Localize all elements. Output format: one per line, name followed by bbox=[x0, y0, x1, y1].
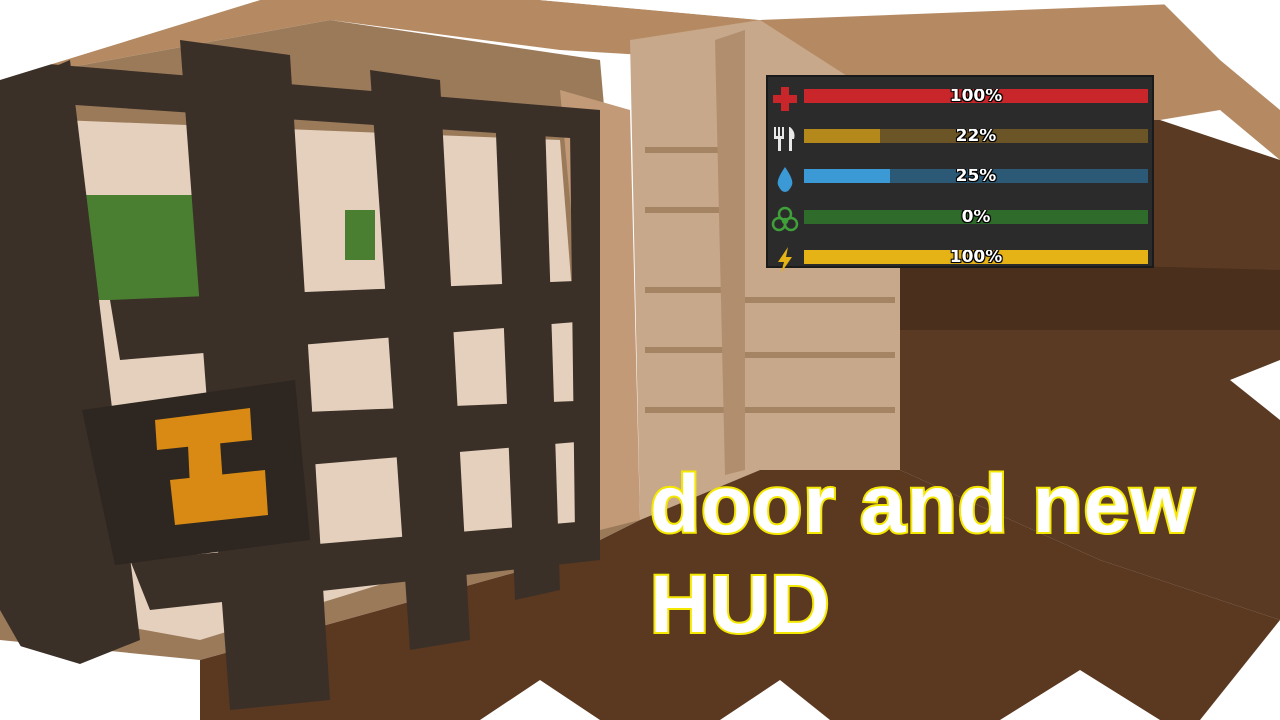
hud-stat-health: 100% bbox=[768, 81, 1152, 121]
stamina-percent-label: 100% bbox=[949, 249, 1003, 264]
water-drop-icon bbox=[770, 164, 800, 194]
virus-bar: 0% bbox=[804, 209, 1148, 224]
food-percent-label: 22% bbox=[955, 129, 997, 144]
stamina-bar: 100% bbox=[804, 249, 1148, 264]
fork-knife-icon bbox=[770, 124, 800, 154]
virus-percent-label: 0% bbox=[961, 209, 991, 224]
health-cross-icon bbox=[770, 84, 800, 114]
water-percent-label: 25% bbox=[955, 169, 997, 184]
grass-window-2 bbox=[345, 210, 375, 260]
health-percent-label: 100% bbox=[949, 89, 1003, 103]
food-bar: 22% bbox=[804, 129, 1148, 144]
caption-line-1: door and new bbox=[648, 457, 1196, 552]
lightning-icon bbox=[770, 245, 800, 275]
biohazard-icon bbox=[770, 205, 800, 235]
hud-stat-virus: 0% bbox=[768, 202, 1152, 242]
survival-hud: 100% 22% 25% 0% 100% bbox=[766, 75, 1154, 273]
caption-line-2: HUD bbox=[648, 557, 832, 652]
water-bar: 25% bbox=[804, 169, 1148, 184]
hud-stat-water: 25% bbox=[768, 161, 1152, 201]
hud-stat-food: 22% bbox=[768, 121, 1152, 161]
health-bar: 100% bbox=[804, 89, 1148, 103]
hud-stat-stamina: 100% bbox=[768, 242, 1152, 282]
